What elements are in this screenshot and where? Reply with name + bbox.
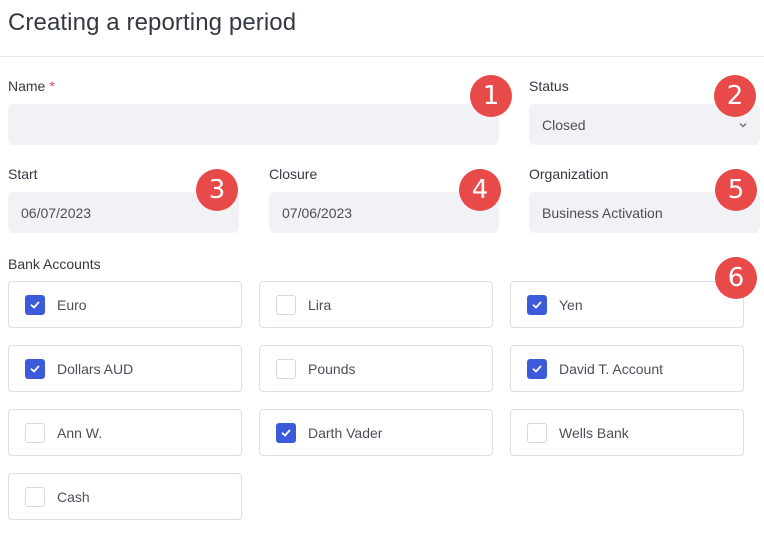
bank-account-label: Dollars AUD <box>57 360 134 377</box>
name-label-text: Name <box>8 78 46 94</box>
bank-account-label: Darth Vader <box>308 424 383 441</box>
bank-account-option[interactable]: Ann W. <box>8 409 242 456</box>
callout-badge-6: 6 <box>715 257 757 299</box>
page-title: Creating a reporting period <box>8 9 297 36</box>
bank-accounts-label: Bank Accounts <box>8 256 101 272</box>
callout-badge-3: 3 <box>196 169 238 211</box>
status-label: Status <box>529 78 569 94</box>
bank-account-option[interactable]: Yen <box>510 281 744 328</box>
checkbox-checked[interactable] <box>25 294 45 315</box>
bank-account-label: Lira <box>308 296 332 313</box>
checkbox-checked[interactable] <box>276 422 296 443</box>
start-date-value: 06/07/2023 <box>21 204 92 221</box>
callout-badge-2: 2 <box>714 75 756 117</box>
callout-badge-5: 5 <box>715 169 757 211</box>
bank-account-label: Pounds <box>308 360 356 377</box>
bank-account-option[interactable]: Cash <box>8 473 242 520</box>
status-value: Closed <box>542 116 586 133</box>
organization-value: Business Activation <box>542 204 663 221</box>
checkbox-unchecked[interactable] <box>527 422 547 443</box>
checkmark-icon <box>532 301 542 308</box>
callout-badge-1: 1 <box>470 75 512 117</box>
checkbox-unchecked[interactable] <box>276 358 296 379</box>
bank-account-label: Cash <box>57 488 90 505</box>
closure-label: Closure <box>269 166 318 182</box>
bank-account-label: Wells Bank <box>559 424 629 441</box>
checkmark-icon <box>30 365 40 372</box>
header-divider <box>0 56 764 57</box>
bank-account-option[interactable]: David T. Account <box>510 345 744 392</box>
bank-account-label: Ann W. <box>57 424 103 441</box>
name-input[interactable] <box>8 104 499 145</box>
checkbox-unchecked[interactable] <box>25 422 45 443</box>
required-mark: * <box>49 78 55 94</box>
start-label: Start <box>8 166 38 182</box>
closure-date-value: 07/06/2023 <box>282 204 353 221</box>
bank-account-label: Euro <box>57 296 87 313</box>
checkbox-unchecked[interactable] <box>25 486 45 507</box>
bank-account-label: David T. Account <box>559 360 664 377</box>
callout-badge-4: 4 <box>459 169 501 211</box>
checkbox-checked[interactable] <box>527 358 547 379</box>
bank-account-option[interactable]: Darth Vader <box>259 409 493 456</box>
checkbox-unchecked[interactable] <box>276 294 296 315</box>
chevron-down-icon <box>739 123 747 128</box>
bank-account-option[interactable]: Lira <box>259 281 493 328</box>
name-label: Name * <box>8 78 55 94</box>
checkbox-checked[interactable] <box>527 294 547 315</box>
bank-account-option[interactable]: Wells Bank <box>510 409 744 456</box>
checkbox-checked[interactable] <box>25 358 45 379</box>
bank-account-option[interactable]: Pounds <box>259 345 493 392</box>
bank-account-option[interactable]: Euro <box>8 281 242 328</box>
bank-account-option[interactable]: Dollars AUD <box>8 345 242 392</box>
checkmark-icon <box>30 301 40 308</box>
bank-account-label: Yen <box>559 296 583 313</box>
organization-label: Organization <box>529 166 609 182</box>
checkmark-icon <box>532 365 542 372</box>
checkmark-icon <box>281 429 291 436</box>
